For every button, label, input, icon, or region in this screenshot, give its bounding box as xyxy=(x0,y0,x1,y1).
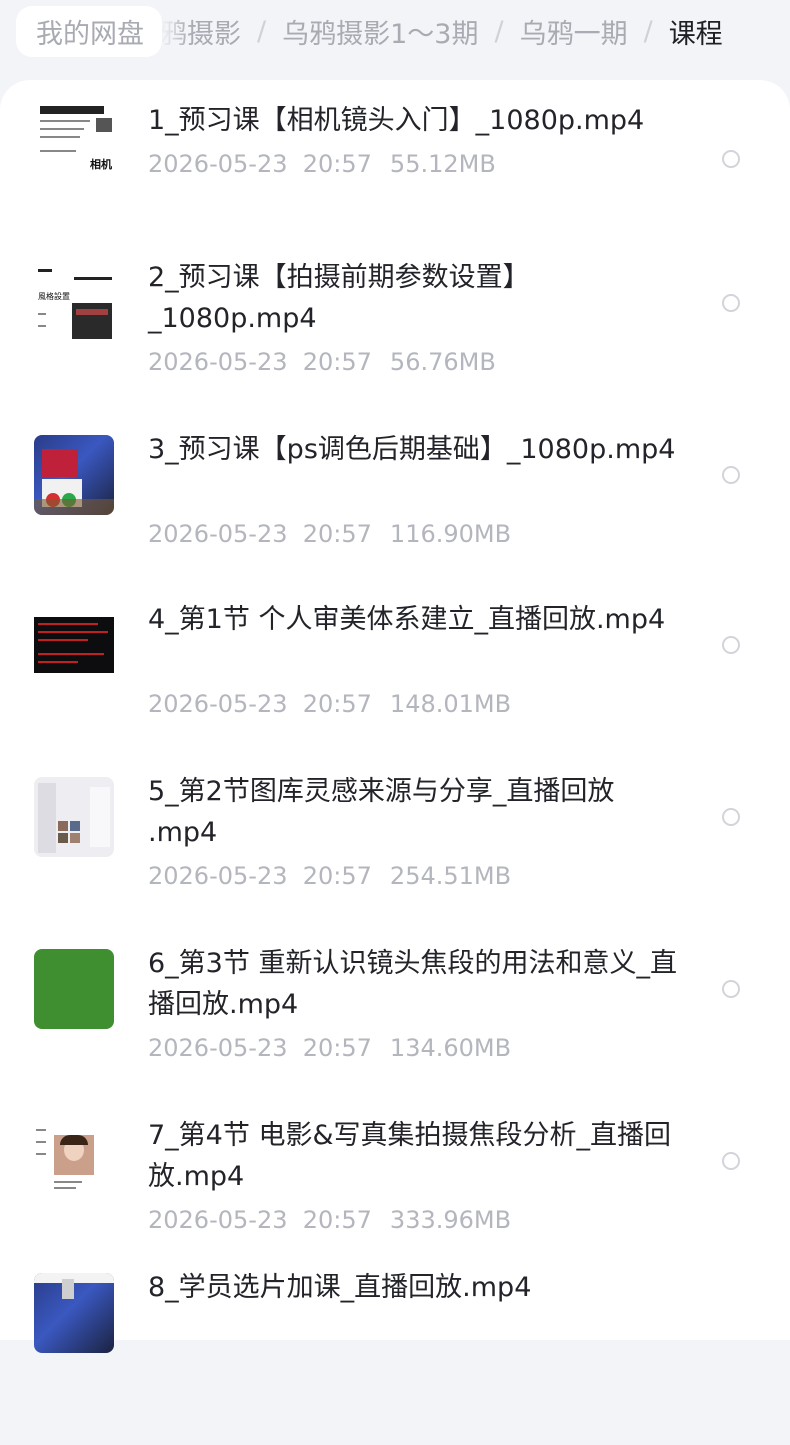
file-size: 254.51MB xyxy=(389,862,512,890)
file-title: 8_学员选片加课_直播回放.mp4 xyxy=(148,1272,532,1303)
breadcrumb-item[interactable]: 乌鸦一期 xyxy=(514,12,634,51)
select-radio[interactable] xyxy=(722,636,740,654)
file-time: 20:57 xyxy=(302,690,372,718)
breadcrumb-item[interactable]: 鸦摄影 xyxy=(154,12,247,51)
breadcrumb-separator: / xyxy=(494,15,504,47)
file-size: 56.76MB xyxy=(389,348,496,376)
file-date: 2026-05-23 xyxy=(148,1206,288,1234)
file-date: 2026-05-23 xyxy=(148,862,288,890)
thumbnail-caption: 風格設置 xyxy=(38,292,70,301)
file-meta: 2026-05-23 20:57 254.51MB xyxy=(148,862,511,890)
file-meta: 2026-05-23 20:57 56.76MB xyxy=(148,348,496,376)
photo-thumbnail xyxy=(34,435,114,515)
document-thumbnail: 相机 xyxy=(34,100,114,180)
breadcrumb-root[interactable]: 我的网盘 xyxy=(16,5,162,57)
breadcrumb-item[interactable]: 乌鸦摄影1～3期 xyxy=(276,12,484,51)
file-time: 20:57 xyxy=(302,348,372,376)
select-radio[interactable] xyxy=(722,980,740,998)
file-size: 55.12MB xyxy=(389,150,496,178)
file-time: 20:57 xyxy=(302,1034,372,1062)
breadcrumb: 我的网盘 鸦摄影 / 乌鸦摄影1～3期 / 乌鸦一期 / 课程 xyxy=(0,0,790,62)
select-radio[interactable] xyxy=(722,1152,740,1170)
gallery-thumbnail xyxy=(34,777,114,857)
breadcrumb-separator: / xyxy=(643,15,653,47)
file-meta: 2026-05-23 20:57 55.12MB xyxy=(148,150,496,178)
green-thumbnail xyxy=(34,949,114,1029)
file-row[interactable]: 相机 1_预习课【相机镜头入门】_1080p.mp4 2026-05-23 20… xyxy=(0,100,790,272)
select-radio[interactable] xyxy=(722,466,740,484)
portrait-thumbnail xyxy=(34,1121,114,1201)
thumbnail-caption: 相机 xyxy=(90,158,112,171)
file-meta: 2026-05-23 20:57 148.01MB xyxy=(148,690,511,718)
breadcrumb-current: 课程 xyxy=(668,18,723,50)
file-date: 2026-05-23 xyxy=(148,520,288,548)
dark-text-thumbnail xyxy=(34,605,114,685)
select-radio[interactable] xyxy=(722,150,740,168)
file-row[interactable]: 8_学员选片加课_直播回放.mp4 xyxy=(0,1272,790,1445)
file-meta: 2026-05-23 20:57 333.96MB xyxy=(148,1206,511,1234)
file-time: 20:57 xyxy=(302,150,372,178)
file-title: 7_第4节 电影&写真集拍摄焦段分析_直播回放.mp4 xyxy=(148,1120,671,1192)
file-date: 2026-05-23 xyxy=(148,1034,288,1062)
file-row[interactable]: 3_预习课【ps调色后期基础】_1080p.mp4 2026-05-23 20:… xyxy=(0,434,790,607)
file-date: 2026-05-23 xyxy=(148,690,288,718)
file-title: 6_第3节 重新认识镜头焦段的用法和意义_直播回放.mp4 xyxy=(148,948,677,1020)
file-size: 134.60MB xyxy=(389,1034,512,1062)
photo-thumbnail xyxy=(34,1273,114,1353)
file-size: 148.01MB xyxy=(389,690,512,718)
file-meta: 2026-05-23 20:57 116.90MB xyxy=(148,520,511,548)
file-date: 2026-05-23 xyxy=(148,150,288,178)
file-time: 20:57 xyxy=(302,520,372,548)
file-size: 333.96MB xyxy=(389,1206,512,1234)
file-title: 1_预习课【相机镜头入门】_1080p.mp4 xyxy=(148,105,645,136)
file-row[interactable]: 6_第3节 重新认识镜头焦段的用法和意义_直播回放.mp4 2026-05-23… xyxy=(0,948,790,1121)
select-radio[interactable] xyxy=(722,294,740,312)
file-time: 20:57 xyxy=(302,862,372,890)
file-row[interactable]: 風格設置 2_预习课【拍摄前期参数设置】_1080p.mp4 2026-05-2… xyxy=(0,262,790,437)
file-size: 116.90MB xyxy=(389,520,512,548)
file-title: 5_第2节图库灵感来源与分享_直播回放 .mp4 xyxy=(148,776,615,848)
file-title: 3_预习课【ps调色后期基础】_1080p.mp4 xyxy=(148,434,676,465)
select-radio[interactable] xyxy=(722,808,740,826)
file-list: 相机 1_预习课【相机镜头入门】_1080p.mp4 2026-05-23 20… xyxy=(0,80,790,1353)
settings-thumbnail: 風格設置 xyxy=(34,265,114,345)
file-date: 2026-05-23 xyxy=(148,348,288,376)
file-meta: 2026-05-23 20:57 134.60MB xyxy=(148,1034,511,1062)
file-time: 20:57 xyxy=(302,1206,372,1234)
file-row[interactable]: 4_第1节 个人审美体系建立_直播回放.mp4 2026-05-23 20:57… xyxy=(0,604,790,777)
breadcrumb-separator: / xyxy=(257,15,267,47)
file-row[interactable]: 5_第2节图库灵感来源与分享_直播回放 .mp4 2026-05-23 20:5… xyxy=(0,776,790,949)
file-title: 4_第1节 个人审美体系建立_直播回放.mp4 xyxy=(148,604,666,635)
file-title: 2_预习课【拍摄前期参数设置】_1080p.mp4 xyxy=(148,262,530,334)
